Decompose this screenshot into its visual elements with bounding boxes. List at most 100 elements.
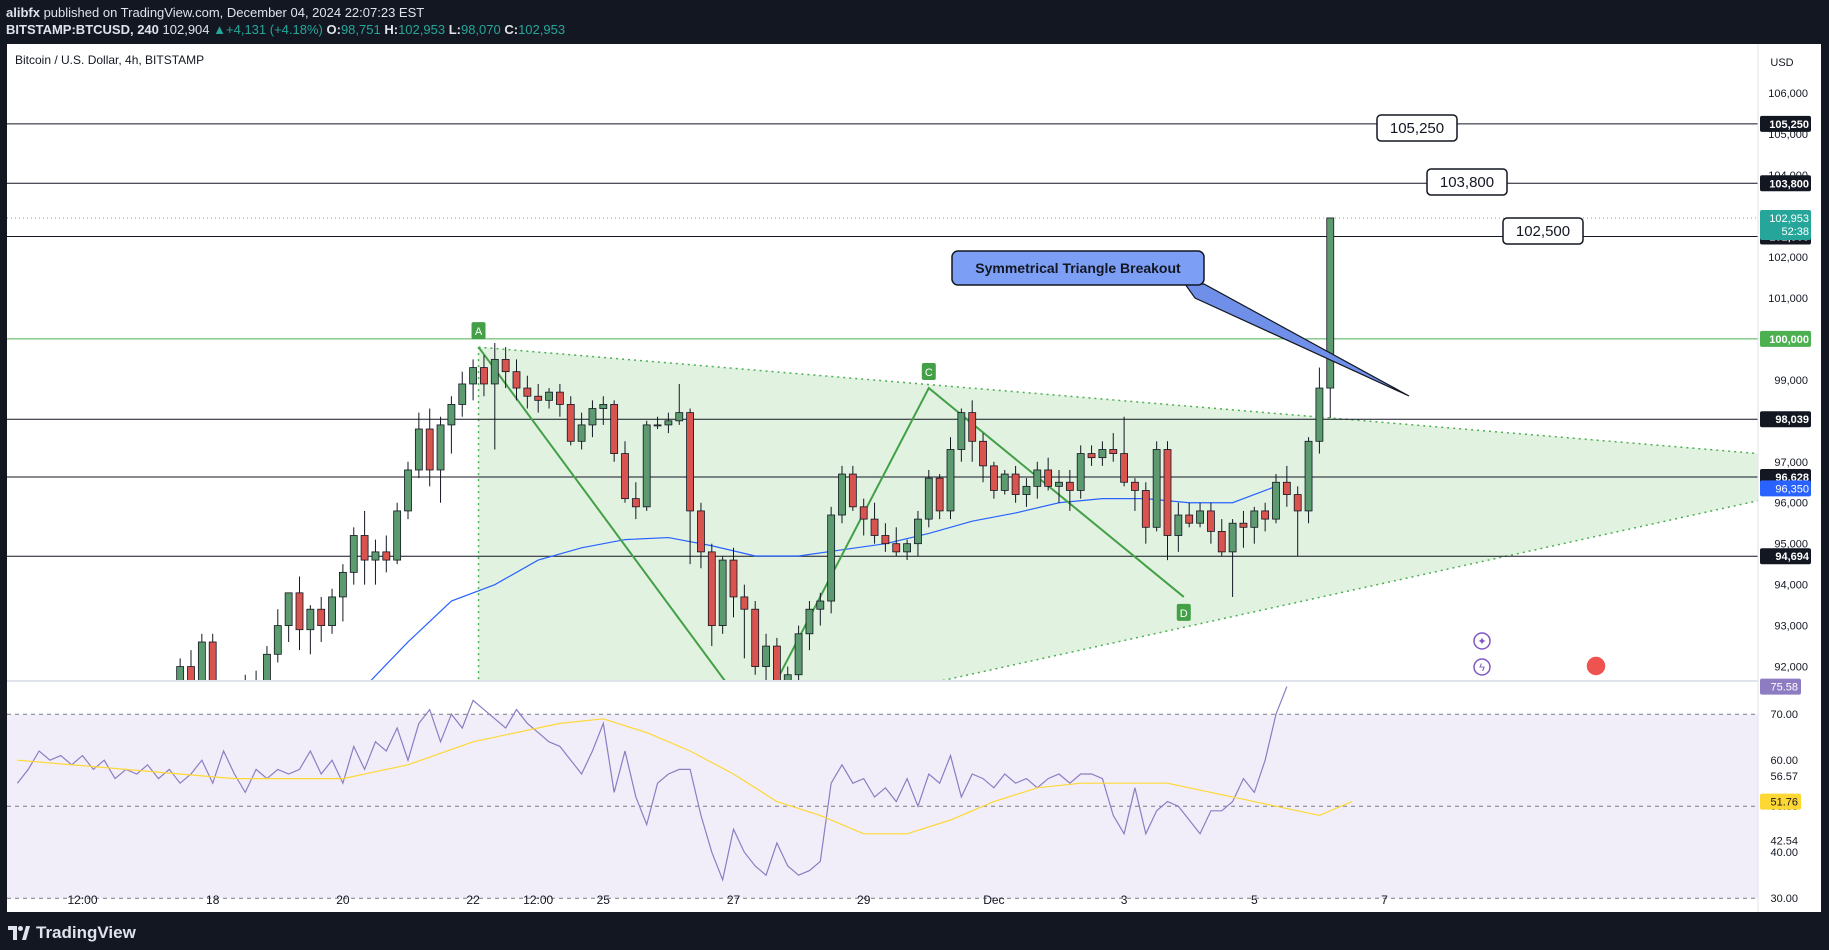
candle-body [349, 535, 358, 573]
candle-body [1141, 490, 1150, 528]
time-tick-label: 22 [466, 893, 480, 907]
candle-body [675, 412, 684, 422]
candle-body [642, 424, 651, 508]
footer-bar: TradingView [0, 914, 1829, 950]
time-tick-label: 7 [1381, 893, 1388, 907]
candle-body [458, 383, 467, 405]
high-label: H: [384, 22, 399, 37]
price-tick-label: 101,000 [1768, 293, 1808, 305]
price-tick-label: 99,000 [1774, 375, 1808, 387]
change-icon: ▲ [213, 22, 227, 37]
candle-body [838, 473, 846, 516]
candle-body [859, 506, 868, 520]
candle-body [1087, 453, 1096, 459]
candle-body [1022, 485, 1031, 495]
candle [1152, 441, 1161, 532]
rsi-value-label: 56.57 [1770, 771, 1798, 783]
candle-body [816, 600, 825, 610]
chart-canvas[interactable]: 106,000105,000104,000103,000102,000101,0… [0, 44, 1829, 914]
annotation-text: Symmetrical Triangle Breakout [975, 260, 1181, 276]
rsi-tick-label: 70.00 [1770, 709, 1798, 721]
candle-body [523, 387, 532, 397]
candle-body [827, 514, 836, 602]
candle-body [447, 404, 456, 426]
candle-body [686, 412, 694, 512]
candle-body [1065, 481, 1074, 491]
legend-title: Bitcoin / U.S. Dollar, 4h, BITSTAMP [15, 53, 204, 67]
tradingview-logo-icon [8, 926, 30, 940]
candle-body [480, 367, 488, 385]
event-lightning-glyph: ϟ [1479, 662, 1485, 674]
candle-body [317, 608, 326, 627]
candle-body [610, 404, 619, 454]
candle-body [414, 428, 423, 471]
candle-body [404, 469, 412, 512]
time-tick-label: 12:00 [67, 893, 97, 907]
rsi-tick-label: 60.00 [1770, 755, 1798, 767]
publisher-name[interactable]: alibfx [6, 5, 40, 20]
candle-body [968, 412, 977, 442]
candle-body [751, 608, 760, 667]
close-label: C: [504, 22, 519, 37]
candle [924, 469, 933, 528]
candle-body [1217, 531, 1226, 553]
candle-body [1326, 217, 1335, 389]
publish-line: alibfx published on TradingView.com, Dec… [6, 5, 424, 20]
candle-body [534, 395, 543, 401]
time-tick-label: 29 [857, 893, 871, 907]
level-callout-text: 103,800 [1440, 174, 1494, 191]
candle-body [653, 424, 662, 427]
event-sparkle-glyph: ✦ [1477, 636, 1486, 648]
time-tick-label: 20 [336, 893, 350, 907]
candle-body [306, 608, 315, 631]
low-value: 98,070 [460, 22, 501, 37]
candle-body [848, 473, 857, 508]
candle-body [1109, 449, 1118, 454]
price-tick-label: 93,000 [1774, 621, 1808, 633]
price-tick-label: 96,000 [1774, 498, 1808, 510]
candle [1304, 437, 1313, 524]
candle [827, 506, 836, 614]
candle-body [338, 571, 347, 598]
tradingview-logo[interactable]: TradingView [8, 923, 136, 943]
price-axis[interactable]: 106,000105,000104,000103,000102,000101,0… [1757, 44, 1821, 912]
candle-body [1196, 510, 1204, 524]
candle [642, 420, 651, 511]
price-tag-text: 102,953 [1769, 213, 1809, 225]
candle-body [1272, 481, 1280, 520]
candle-body [957, 412, 966, 450]
candle-body [1076, 453, 1085, 491]
candle-body [1239, 522, 1248, 528]
candle-body [545, 391, 553, 401]
level-callout: 103,800 [1426, 168, 1508, 196]
candle-body [621, 453, 629, 500]
candle [718, 555, 727, 634]
candle [838, 465, 846, 524]
time-tick-label: 5 [1251, 893, 1258, 907]
pattern-point-d-label: D [1180, 608, 1188, 620]
candle-body [393, 510, 402, 561]
candle-body [946, 449, 955, 512]
level-callout-text: 102,500 [1516, 223, 1570, 240]
candle-body [794, 633, 803, 676]
price-tick-label: 102,000 [1768, 252, 1808, 264]
level-callout: 105,250 [1376, 114, 1458, 142]
candle-body [556, 391, 564, 405]
time-tick-label: 25 [597, 893, 611, 907]
candle-body [490, 358, 499, 385]
candle-body [892, 543, 901, 553]
candle-body [566, 404, 575, 442]
candle [794, 625, 803, 680]
close-value: 102,953 [518, 22, 566, 37]
candle-body [979, 440, 987, 467]
rsi-value-tag-text: 75.58 [1770, 682, 1798, 694]
price-change: +4,131 (+4.18%) [226, 22, 323, 37]
level-price-tag-text: 103,800 [1769, 178, 1809, 190]
currency-label[interactable]: USD [1770, 57, 1793, 69]
candle-body [1185, 514, 1194, 524]
candle-body [425, 428, 434, 471]
level-price-tag-text: 100,000 [1769, 334, 1809, 346]
candle-body [1207, 510, 1215, 532]
candle [1076, 445, 1085, 499]
rsi-value-label: 42.54 [1770, 836, 1798, 848]
